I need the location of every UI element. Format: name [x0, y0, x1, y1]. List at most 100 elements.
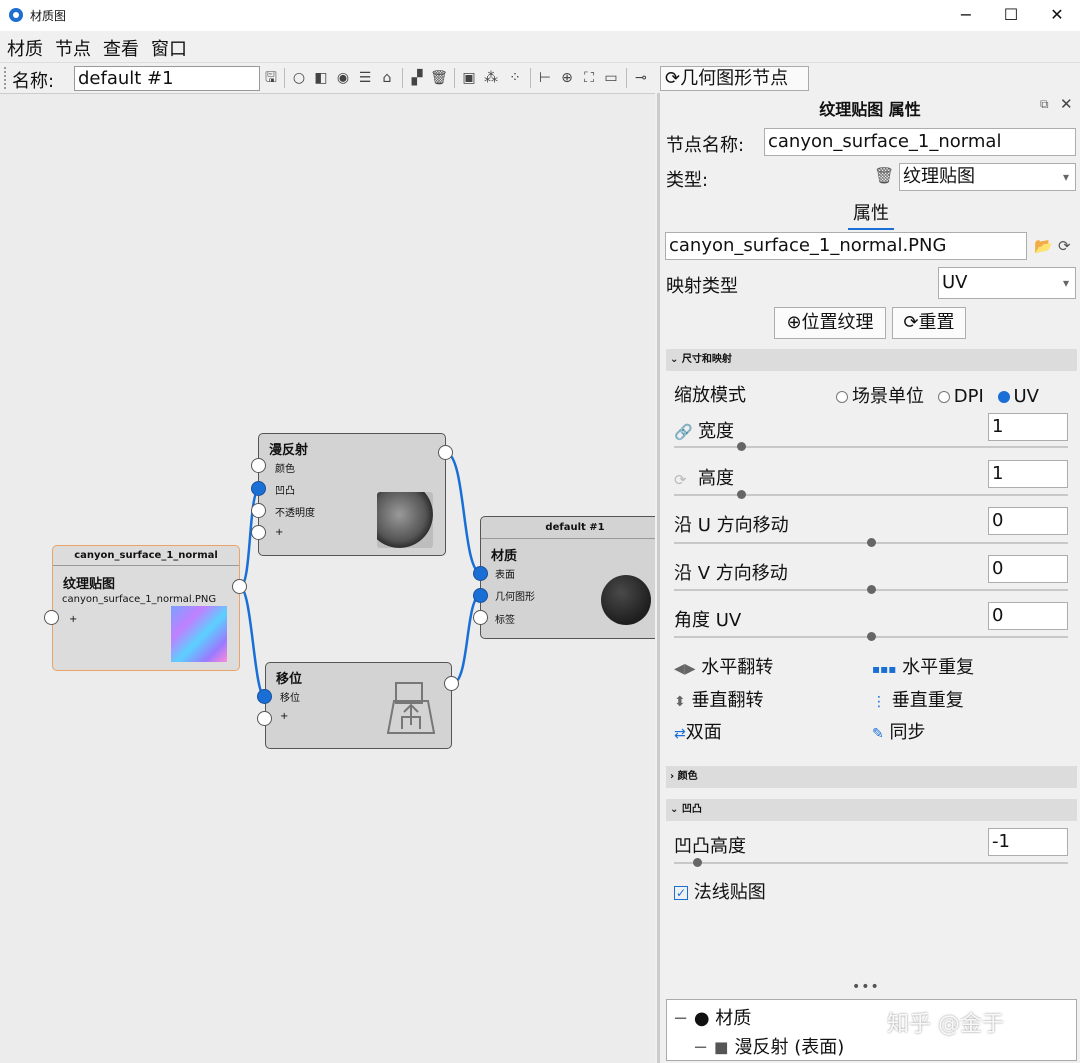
repeat-horizontal-label: 水平重复: [902, 657, 975, 678]
unlinked-icon[interactable]: ⟳: [674, 471, 687, 489]
diffuse-opacity-pin[interactable]: [251, 503, 266, 518]
flip-vertical-toggle[interactable]: ⬍ 垂直翻转: [674, 686, 763, 712]
layout-icon[interactable]: ⁂: [482, 69, 500, 87]
reset-button[interactable]: ⟳重置: [892, 307, 966, 339]
menu-view[interactable]: 查看: [97, 31, 145, 61]
add-node-icon[interactable]: ▣: [460, 69, 478, 87]
toolbar-grip[interactable]: [4, 67, 6, 89]
double-sided-toggle[interactable]: ⇄双面: [674, 718, 722, 744]
render-preview-icon[interactable]: ◉: [334, 69, 352, 87]
bump-height-slider-track[interactable]: [674, 862, 1068, 864]
material-surface-pin[interactable]: [473, 566, 488, 581]
texture-input-pin[interactable]: [44, 610, 59, 625]
diffuse-node[interactable]: 漫反射 颜色 凹凸 不透明度 +: [258, 433, 446, 556]
wire-displacement-to-geometry: [451, 593, 482, 686]
radio-uv[interactable]: UV: [997, 386, 1039, 407]
angle-slider-knob[interactable]: [867, 632, 876, 641]
repeat-vertical-toggle[interactable]: ⋮ 垂直重复: [872, 686, 964, 712]
material-name-input[interactable]: default #1: [74, 66, 260, 91]
locate-texture-button[interactable]: ⊕位置纹理: [774, 307, 886, 339]
repeat-horizontal-toggle[interactable]: ▪▪▪ 水平重复: [872, 653, 974, 679]
height-slider-knob[interactable]: [737, 490, 746, 499]
width-slider-track[interactable]: [674, 446, 1068, 448]
arrange-icon[interactable]: ⁘: [506, 69, 524, 87]
chevron-down-icon: ⌄: [670, 804, 682, 815]
pin-icon[interactable]: ⊸: [632, 69, 650, 87]
displacement-move-pin[interactable]: [257, 689, 272, 704]
diffuse-preview-thumbnail: [377, 492, 433, 548]
width-slider-knob[interactable]: [737, 442, 746, 451]
width-input[interactable]: 1: [988, 413, 1068, 441]
displacement-node[interactable]: 移位 移位 +: [265, 662, 452, 749]
bump-height-input[interactable]: -1: [988, 828, 1068, 856]
options-icon[interactable]: ☰: [356, 69, 374, 87]
window-title: 材质图: [30, 9, 67, 23]
tree-item-diffuse[interactable]: − ◼ 漫反射 (表面): [693, 1033, 844, 1059]
geometry-node-button[interactable]: ⟳几何图形节点: [660, 66, 809, 91]
zoom-target-icon[interactable]: ⊕: [558, 69, 576, 87]
diffuse-output-pin[interactable]: [438, 445, 453, 460]
minimize-button[interactable]: −: [943, 0, 989, 31]
texture-file-input[interactable]: canyon_surface_1_normal.PNG: [665, 232, 1027, 260]
float-panel-icon[interactable]: ⧉: [1040, 97, 1049, 112]
link-icon[interactable]: 🔗: [674, 423, 693, 441]
assign-icon[interactable]: ⌂: [378, 69, 396, 87]
sync-toggle[interactable]: ✎ 同步: [872, 718, 925, 744]
hierarchy-icon[interactable]: ⊢: [536, 69, 554, 87]
section-size-mapping[interactable]: ⌄ 尺寸和映射: [666, 349, 1077, 371]
radio-scene-units-label: 场景单位: [852, 386, 924, 407]
radio-scene-units[interactable]: 场景单位: [836, 386, 924, 407]
node-canvas[interactable]: canyon_surface_1_normal 纹理贴图 canyon_surf…: [0, 93, 655, 1063]
type-select[interactable]: 纹理贴图: [899, 163, 1076, 191]
copy-icon[interactable]: ▞: [408, 69, 426, 87]
folder-open-icon[interactable]: 📂: [1034, 237, 1053, 255]
diffuse-color-pin[interactable]: [251, 458, 266, 473]
tab-properties[interactable]: 属性: [848, 199, 894, 230]
diffuse-slot-plus: +: [275, 527, 284, 538]
v-move-input[interactable]: 0: [988, 555, 1068, 583]
put-to-scene-icon[interactable]: ◧: [312, 69, 330, 87]
texture-node-title: 纹理贴图: [63, 577, 116, 592]
delete-icon[interactable]: 🗑: [430, 69, 448, 87]
u-move-input[interactable]: 0: [988, 507, 1068, 535]
section-color[interactable]: › 颜色: [666, 766, 1077, 788]
height-slider-track[interactable]: [674, 494, 1068, 496]
mapping-type-select[interactable]: UV: [938, 267, 1076, 299]
material-label-pin[interactable]: [473, 610, 488, 625]
material-node[interactable]: default #1 材质 表面 几何图形 标签: [480, 516, 655, 639]
tree-item-material[interactable]: − ● 材质: [673, 1004, 751, 1030]
node-name-input[interactable]: canyon_surface_1_normal: [764, 128, 1076, 156]
displacement-output-pin[interactable]: [444, 676, 459, 691]
fit-view-icon[interactable]: ⛶: [580, 69, 598, 87]
save-icon[interactable]: 🖫: [262, 69, 280, 87]
u-move-slider-knob[interactable]: [867, 538, 876, 547]
normal-map-checkbox[interactable]: ✓ 法线贴图: [674, 878, 766, 904]
radio-dpi[interactable]: DPI: [937, 386, 984, 407]
menu-material[interactable]: 材质: [0, 31, 49, 61]
more-handle[interactable]: •••: [852, 979, 880, 995]
menu-node[interactable]: 节点: [49, 31, 97, 61]
wire-diffuse-to-surface: [445, 451, 482, 575]
close-panel-icon[interactable]: ✕: [1060, 95, 1073, 113]
menu-window[interactable]: 窗口: [145, 31, 193, 61]
trash-icon[interactable]: 🗑: [874, 167, 894, 185]
bump-height-slider-knob[interactable]: [693, 858, 702, 867]
texture-output-pin[interactable]: [232, 579, 247, 594]
radio-circle-selected: [997, 391, 1010, 403]
close-button[interactable]: ✕: [1034, 0, 1080, 31]
material-geometry-pin[interactable]: [473, 588, 488, 603]
texture-map-node[interactable]: canyon_surface_1_normal 纹理贴图 canyon_surf…: [52, 545, 240, 671]
diffuse-add-pin[interactable]: [251, 525, 266, 540]
radio-circle: [937, 391, 950, 403]
reload-icon[interactable]: ⟳: [1058, 237, 1071, 255]
displacement-add-pin[interactable]: [257, 711, 272, 726]
zoom-100-icon[interactable]: ▭: [602, 69, 620, 87]
pick-material-icon[interactable]: ○: [290, 69, 308, 87]
angle-input[interactable]: 0: [988, 602, 1068, 630]
section-bump[interactable]: ⌄ 凹凸: [666, 799, 1077, 821]
maximize-button[interactable]: ☐: [988, 0, 1034, 31]
diffuse-bump-pin[interactable]: [251, 481, 266, 496]
height-input[interactable]: 1: [988, 460, 1068, 488]
flip-horizontal-toggle[interactable]: ◀▶ 水平翻转: [674, 653, 773, 679]
v-move-slider-knob[interactable]: [867, 585, 876, 594]
